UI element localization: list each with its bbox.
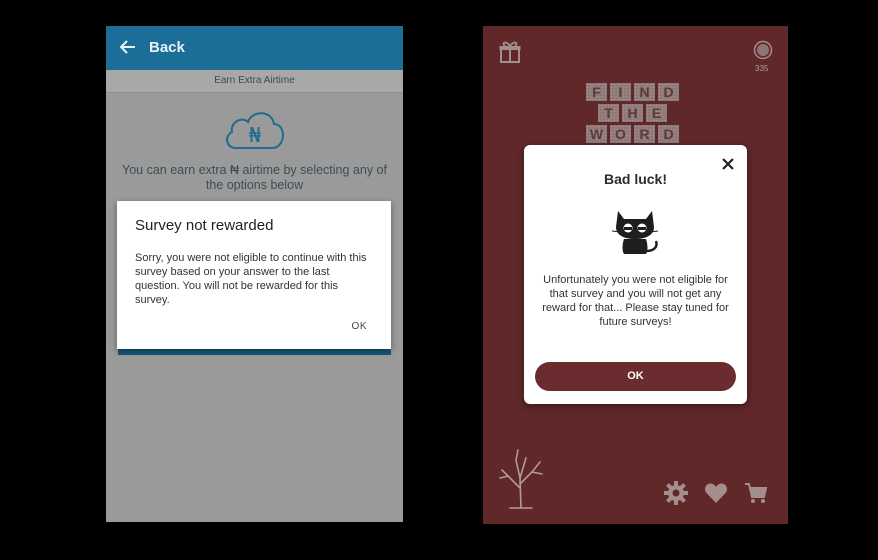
logo-row: F I N D [586, 83, 686, 101]
dialog-message: Sorry, you were not eligible to continue… [135, 252, 367, 306]
letter-tile: N [634, 83, 655, 101]
cart-icon[interactable] [744, 481, 768, 505]
survey-not-rewarded-dialog: Survey not rewarded Sorry, you were not … [117, 201, 391, 349]
find-the-word-logo: F I N D T H E W O R D [586, 83, 686, 146]
letter-tile: H [622, 104, 643, 122]
gift-icon[interactable] [498, 40, 522, 64]
letter-tile: T [598, 104, 619, 122]
heart-icon[interactable] [704, 481, 728, 505]
letter-tile: I [610, 83, 631, 101]
back-button[interactable]: Back [149, 39, 185, 56]
letter-tile: F [586, 83, 607, 101]
back-arrow-icon[interactable] [119, 38, 137, 56]
gear-icon[interactable] [664, 481, 688, 505]
letter-tile: R [634, 125, 655, 143]
earn-description: You can earn extra ₦ airtime by selectin… [122, 163, 387, 192]
dialog-message: Unfortunately you were not eligible for … [542, 274, 729, 328]
bad-luck-dialog: Bad luck! Unfortunately you were not eli… [524, 145, 747, 404]
ok-button[interactable]: OK [535, 362, 736, 391]
letter-tile: W [586, 125, 607, 143]
ok-button[interactable]: OK [352, 321, 367, 332]
app-bar: Back [106, 26, 403, 70]
page-subheader: Earn Extra Airtime [106, 70, 403, 93]
logo-row: W O R D [586, 125, 686, 143]
letter-tile: D [658, 83, 679, 101]
coin-count: 335 [755, 64, 769, 73]
cloud-naira-icon: ₦ [226, 112, 284, 149]
svg-text:₦: ₦ [249, 123, 262, 147]
dialog-title: Survey not rewarded [135, 217, 274, 234]
dialog-title: Bad luck! [603, 171, 667, 187]
letter-tile: O [610, 125, 631, 143]
letter-tile: D [658, 125, 679, 143]
close-icon[interactable] [721, 157, 735, 171]
cat-icon [611, 211, 659, 254]
letter-tile: E [646, 104, 667, 122]
tree-icon [499, 449, 543, 509]
coin-icon[interactable] [753, 40, 773, 60]
logo-row: T H E [586, 104, 686, 122]
